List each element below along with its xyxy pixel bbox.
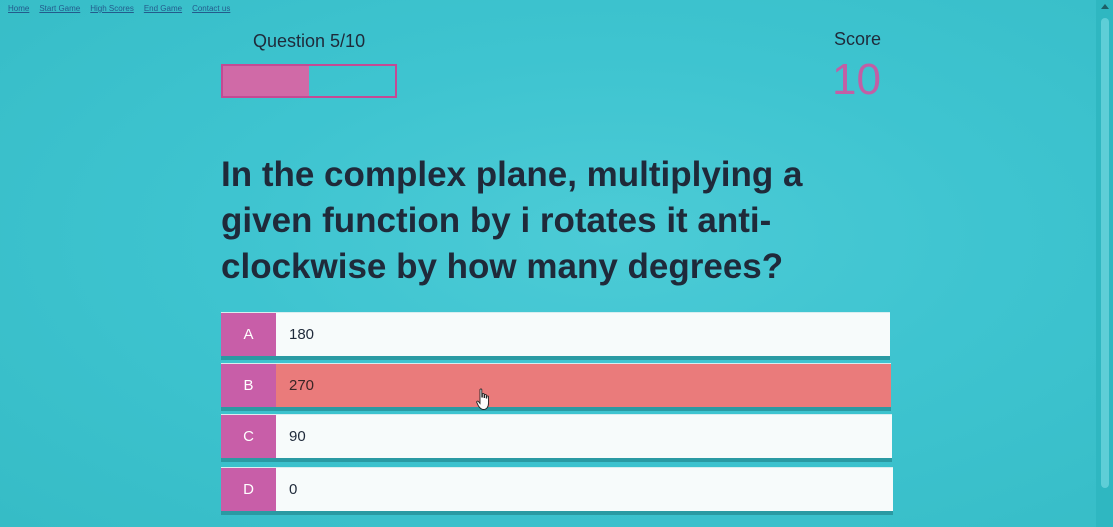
nav-home-link[interactable]: Home — [8, 4, 29, 13]
answer-prefix: C — [221, 415, 276, 458]
answer-text: 90 — [289, 428, 306, 445]
answer-prefix: B — [221, 364, 276, 407]
answer-prefix: D — [221, 468, 276, 511]
answer-option-c[interactable]: C 90 — [221, 414, 892, 462]
nav-end-game-link[interactable]: End Game — [144, 4, 182, 13]
question-text: In the complex plane, multiplying a give… — [221, 155, 803, 286]
progress-bar — [221, 64, 397, 98]
answer-option-d[interactable]: D 0 — [221, 467, 893, 515]
nav-contact-us-link[interactable]: Contact us — [192, 4, 230, 13]
answer-option-b[interactable]: B 270 — [221, 363, 891, 411]
answer-prefix: A — [221, 313, 276, 356]
vertical-scrollbar[interactable] — [1096, 0, 1113, 527]
answer-text: 180 — [289, 326, 315, 343]
scrollbar-thumb[interactable] — [1101, 18, 1109, 488]
nav-high-scores-link[interactable]: High Scores — [90, 4, 134, 13]
progress-bar-fill — [223, 66, 309, 96]
answer-option-a[interactable]: A 180 — [221, 312, 890, 360]
top-nav: Home Start Game High Scores End Game Con… — [8, 4, 230, 13]
scroll-up-arrow-icon[interactable] — [1101, 4, 1109, 9]
answer-text: 270 — [289, 377, 315, 394]
answer-text: 0 — [289, 481, 298, 498]
nav-start-game-link[interactable]: Start Game — [39, 4, 80, 13]
hand-cursor-icon — [476, 388, 489, 410]
score-label: Score — [834, 29, 882, 49]
score-value: 10 — [832, 55, 881, 104]
question-counter: Question 5/10 — [253, 31, 366, 51]
